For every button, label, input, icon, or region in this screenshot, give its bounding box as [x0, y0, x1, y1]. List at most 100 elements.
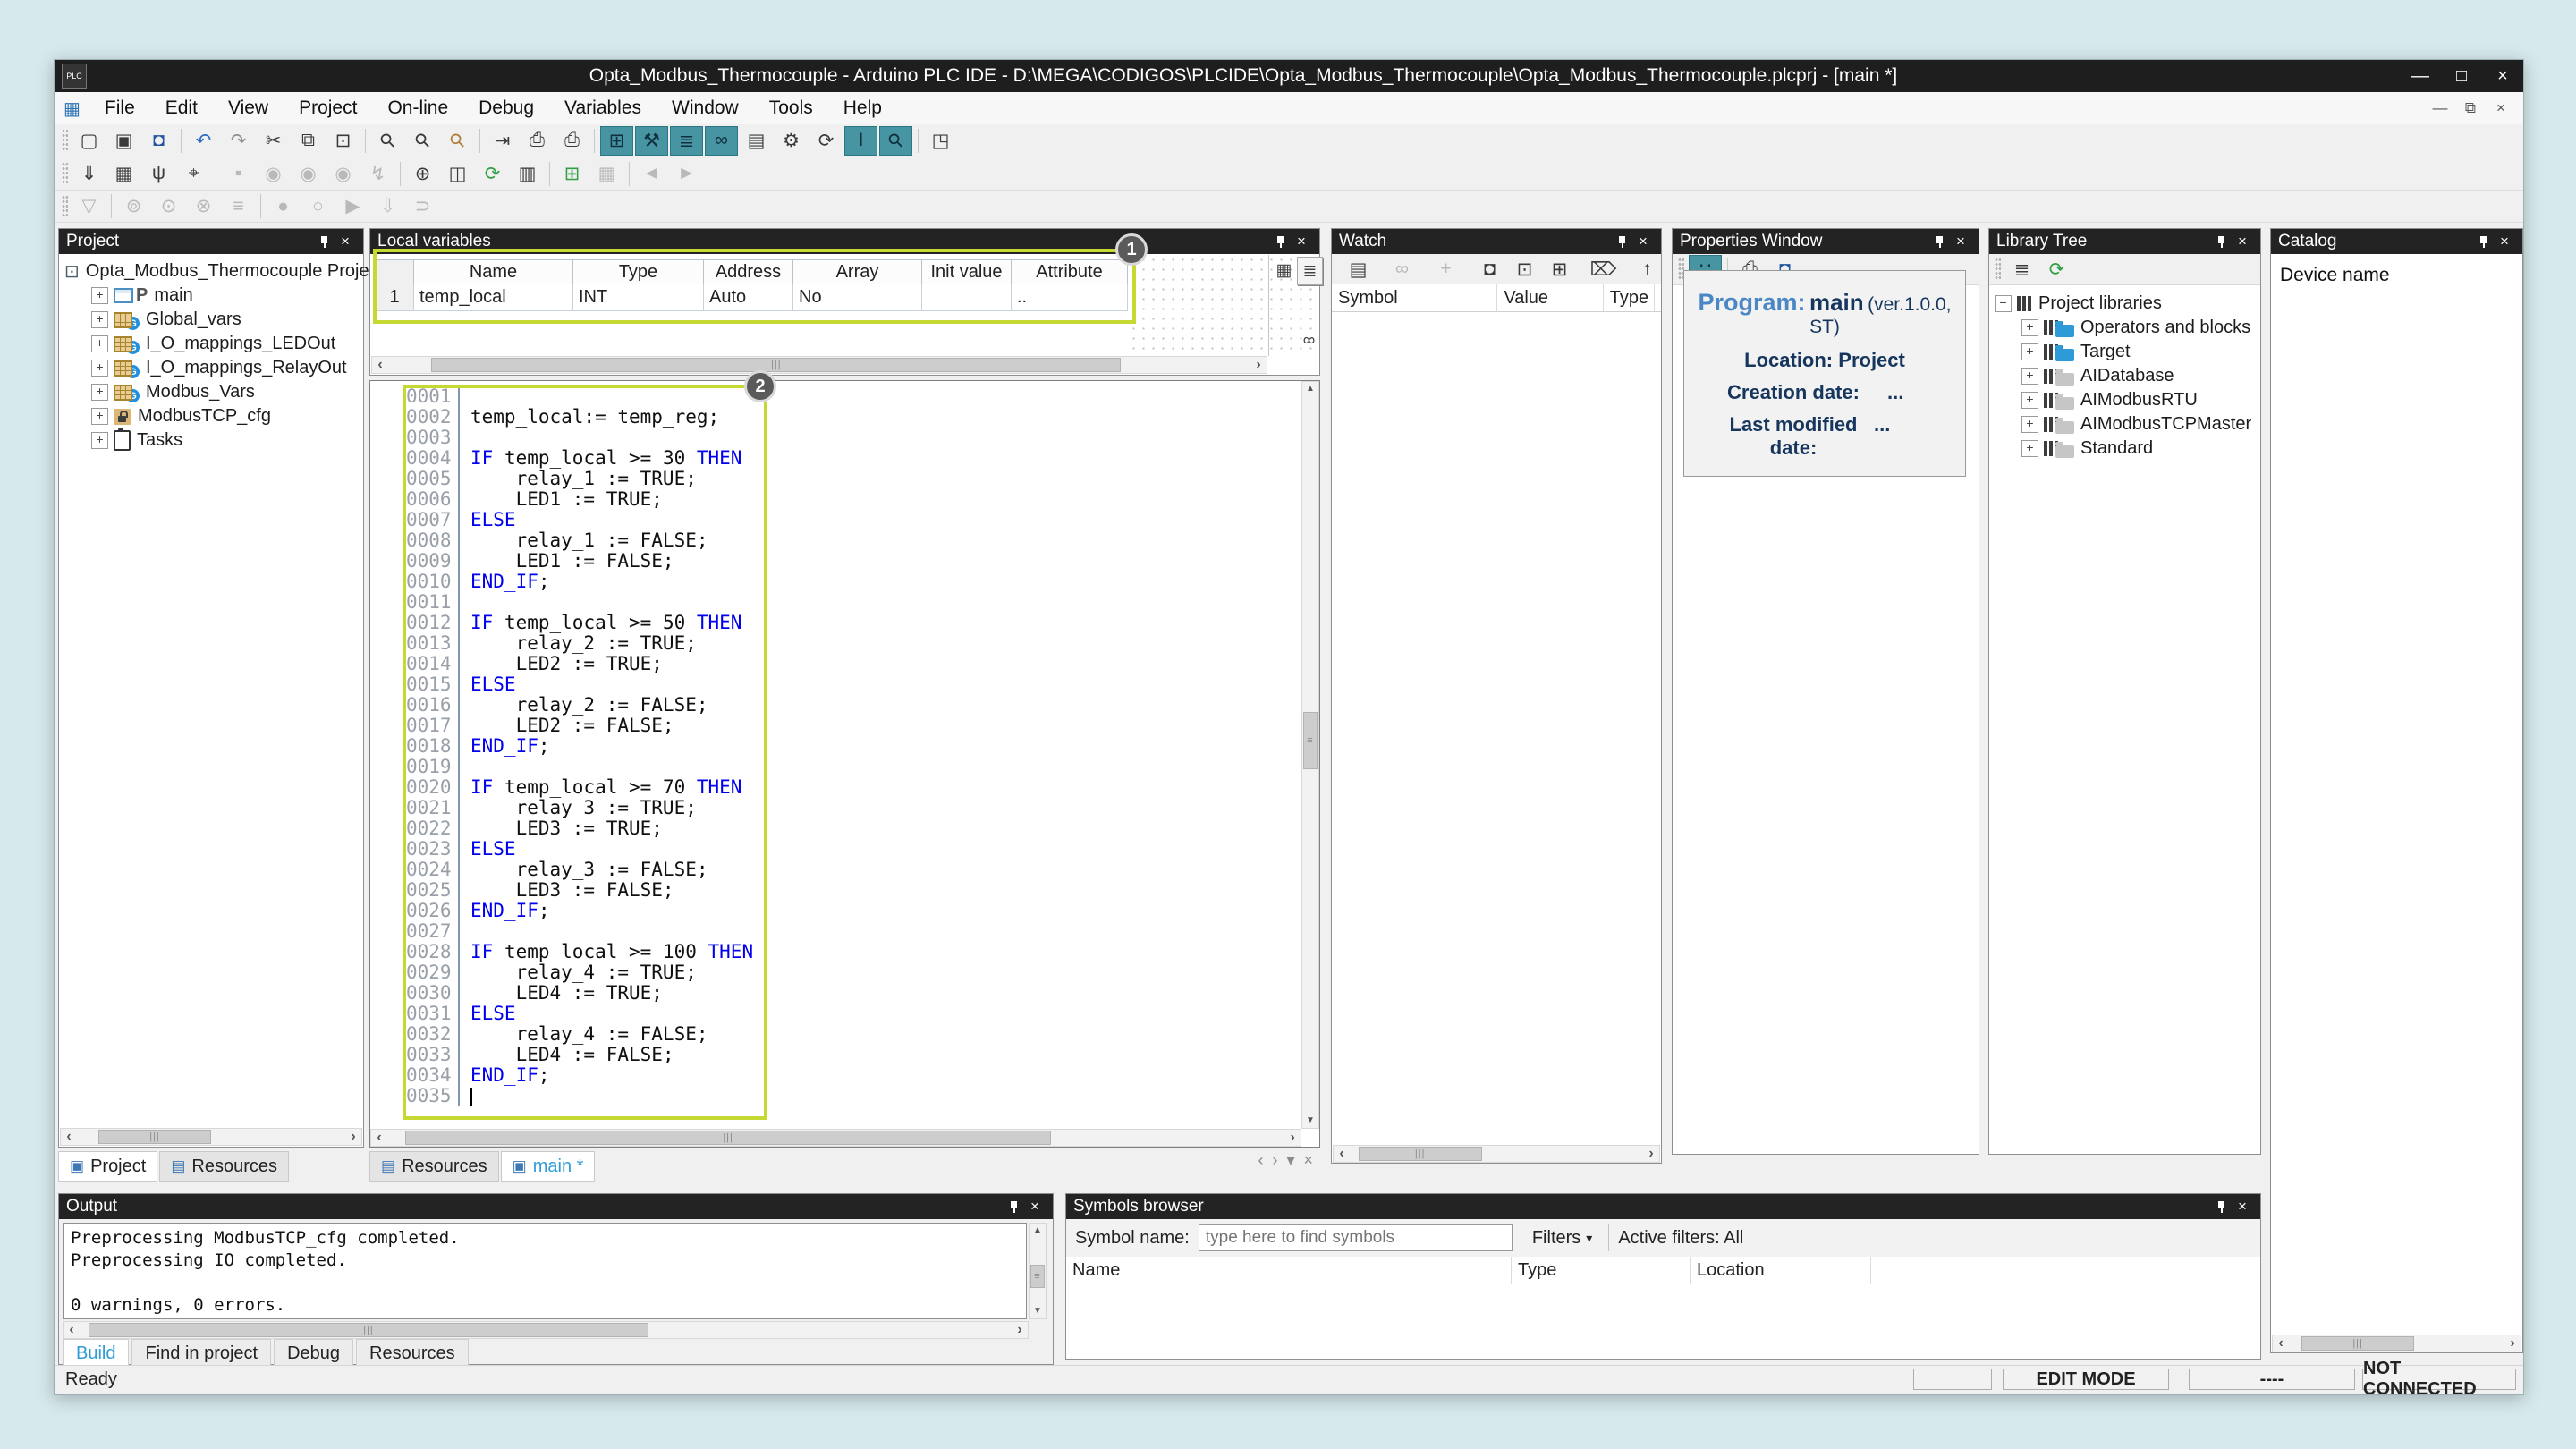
code-line[interactable]: 0015ELSE	[370, 674, 1301, 695]
mdi-close-button[interactable]: ×	[2486, 99, 2516, 117]
editor-hscroll-left-arrow[interactable]: ‹	[371, 1130, 387, 1146]
power-button[interactable]: ↯	[361, 159, 394, 189]
code-line[interactable]: 0003	[370, 428, 1301, 448]
panels-layout-button[interactable]: ◫	[441, 159, 474, 189]
pin-icon[interactable]	[1611, 231, 1632, 252]
device-view-button[interactable]: ▦	[107, 159, 140, 189]
catalog-hscroll-right-arrow[interactable]: ›	[2504, 1335, 2521, 1352]
project-item-modbus-vars[interactable]: +GModbus_Vars	[91, 380, 361, 404]
find-in-project-button[interactable]: ⚲	[441, 126, 474, 156]
library-refresh-button[interactable]: ⟳	[2040, 255, 2073, 284]
output-tab-find-in-project[interactable]: Find in project	[131, 1339, 271, 1368]
connect-button[interactable]: ψ	[142, 159, 175, 189]
menu-debug[interactable]: Debug	[463, 92, 549, 124]
code-line[interactable]: 0011	[370, 592, 1301, 613]
close-icon[interactable]: ×	[2232, 1196, 2253, 1217]
download-code-button[interactable]: ⇓	[72, 159, 106, 189]
toolbar-grip[interactable]	[1995, 258, 2001, 281]
cell-type[interactable]: INT	[573, 284, 704, 311]
online-browser-button[interactable]: ⊕	[406, 159, 439, 189]
close-icon[interactable]: ×	[1024, 1196, 1046, 1217]
code-line[interactable]: 0010END_IF;	[370, 572, 1301, 592]
close-icon[interactable]: ×	[1950, 231, 1971, 252]
code-line[interactable]: 0006 LED1 := TRUE;	[370, 489, 1301, 510]
code-line[interactable]: 0024 relay_3 := FALSE;	[370, 860, 1301, 880]
expand-plus-icon[interactable]: +	[2021, 368, 2038, 385]
menu-tools[interactable]: Tools	[754, 92, 828, 124]
step-list-button[interactable]: ≡	[222, 191, 255, 221]
project-hscroll-right-arrow[interactable]: ›	[345, 1129, 361, 1145]
code-line[interactable]: 0031ELSE	[370, 1004, 1301, 1024]
project-item-tasks[interactable]: +Tasks	[91, 428, 361, 453]
code-line[interactable]: 0033 LED4 := FALSE;	[370, 1045, 1301, 1065]
code-line[interactable]: 0004IF temp_local >= 30 THEN	[370, 448, 1301, 469]
output-hscroll-left-arrow[interactable]: ‹	[64, 1322, 80, 1338]
pin-icon[interactable]	[1003, 1196, 1024, 1217]
watch-recall-new-button[interactable]: ⊞	[1543, 255, 1576, 284]
code-line[interactable]: 0022 LED3 := TRUE;	[370, 818, 1301, 839]
column-header-address[interactable]: Address	[704, 259, 793, 284]
tab-project[interactable]: ▣Project	[58, 1151, 157, 1182]
tab-scroll-left-icon[interactable]: ‹	[1258, 1151, 1263, 1170]
code-line[interactable]: 0009 LED1 := FALSE;	[370, 551, 1301, 572]
toolbar-grip[interactable]	[62, 195, 68, 218]
close-icon[interactable]: ×	[335, 231, 356, 252]
code-line[interactable]: 0032 relay_4 := FALSE;	[370, 1024, 1301, 1045]
code-line[interactable]: 0012IF temp_local >= 50 THEN	[370, 613, 1301, 633]
editor-vscroll[interactable]: ▲≡▼	[1301, 381, 1319, 1129]
catalog-hscroll-left-arrow[interactable]: ‹	[2273, 1335, 2289, 1352]
output-vscroll[interactable]: ▲≡▼	[1029, 1223, 1046, 1319]
filters-button[interactable]: Filters ▾	[1525, 1226, 1599, 1250]
column-header-value[interactable]: Value	[1497, 284, 1603, 311]
new-project-button[interactable]: ▢	[72, 126, 106, 156]
record-trigger-button[interactable]: ●	[267, 191, 300, 221]
output-vscroll-up-arrow[interactable]: ▲	[1030, 1224, 1046, 1238]
code-line[interactable]: 0034END_IF;	[370, 1065, 1301, 1086]
project-hscroll-left-arrow[interactable]: ‹	[61, 1129, 77, 1145]
column-header-attribute[interactable]: Attribute	[1012, 259, 1128, 284]
remote-control-button[interactable]: ⌖	[177, 159, 210, 189]
expand-plus-icon[interactable]: +	[91, 384, 108, 401]
code-line[interactable]: 0013 relay_2 := TRUE;	[370, 633, 1301, 654]
debug-stop-button[interactable]: ⊗	[187, 191, 220, 221]
expand-plus-icon[interactable]: +	[2021, 319, 2038, 336]
expand-plus-icon[interactable]: +	[91, 408, 108, 425]
fullscreen-button[interactable]: ◳	[924, 126, 957, 156]
watch-hscroll-left-arrow[interactable]: ‹	[1334, 1146, 1350, 1162]
expand-plus-icon[interactable]: +	[2021, 343, 2038, 360]
column-header-location[interactable]: Location	[1690, 1257, 1871, 1284]
watch-hscroll-track[interactable]: |||	[1350, 1146, 1643, 1162]
close-button[interactable]: ×	[2482, 60, 2523, 92]
expand-plus-icon[interactable]: +	[91, 432, 108, 449]
watch-list-button[interactable]: ▤	[1342, 255, 1375, 284]
menu-file[interactable]: File	[89, 92, 150, 124]
toggle-properties-window-button[interactable]: ⚒	[635, 126, 668, 156]
library-item-target[interactable]: +Target	[2021, 340, 2258, 364]
send-to-target-button[interactable]: ⇥	[486, 126, 519, 156]
cell-name[interactable]: temp_local	[414, 284, 573, 311]
catalog-hscroll-track[interactable]: |||	[2289, 1335, 2504, 1352]
project-hscroll-thumb[interactable]: |||	[98, 1130, 211, 1144]
code-line[interactable]: 0035	[370, 1086, 1301, 1106]
column-header-name[interactable]: Name	[1066, 1257, 1512, 1284]
project-item-i-o-mappings-relayout[interactable]: +GI_O_mappings_RelayOut	[91, 356, 361, 380]
menu-view[interactable]: View	[213, 92, 284, 124]
copy-button[interactable]: ⧉	[292, 126, 325, 156]
trigger-hook-button[interactable]: ⊃	[406, 191, 439, 221]
debug-run-button[interactable]: ⊚	[117, 191, 150, 221]
expand-plus-icon[interactable]: +	[91, 311, 108, 328]
project-root-item[interactable]: ⊡Opta_Modbus_Thermocouple Project	[64, 259, 361, 284]
symbol-search-input[interactable]	[1199, 1224, 1513, 1251]
library-insert-button[interactable]: ≣	[2005, 255, 2038, 284]
grid-view-button[interactable]: ▦	[1272, 257, 1296, 284]
code-line[interactable]: 0029 relay_4 := TRUE;	[370, 962, 1301, 983]
breakpoint-button[interactable]: ○	[301, 191, 335, 221]
live-debug-button[interactable]: ▽	[72, 191, 106, 221]
navigate-forward-button[interactable]: ►	[670, 159, 703, 189]
local-variables-hscroll-right-arrow[interactable]: ›	[1250, 357, 1267, 373]
undo-button[interactable]: ↶	[187, 126, 220, 156]
column-header-type[interactable]: Type	[573, 259, 704, 284]
code-line[interactable]: 0018END_IF;	[370, 736, 1301, 757]
close-icon[interactable]: ×	[2232, 231, 2253, 252]
find-next-button[interactable]: ⚲	[406, 126, 439, 156]
